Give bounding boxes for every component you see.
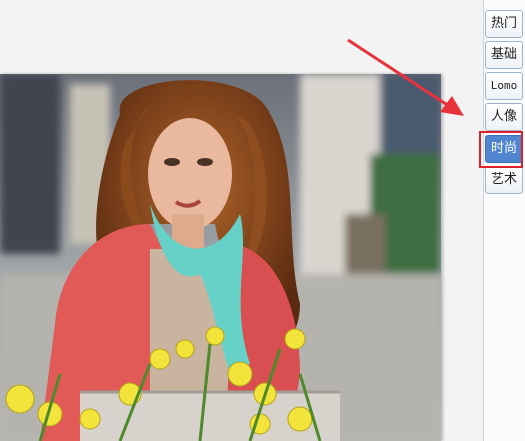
highlight-box-annotation: [479, 131, 523, 168]
tab-art[interactable]: 艺术: [485, 166, 523, 194]
tab-lomo[interactable]: Lomo: [485, 72, 523, 100]
tab-basic[interactable]: 基础: [485, 41, 523, 69]
tab-portrait[interactable]: 人像: [485, 103, 523, 131]
tab-hot[interactable]: 热门: [485, 10, 523, 38]
annotation-arrow: [347, 38, 464, 116]
filter-category-panel: 热门 基础 Lomo 人像 时尚 艺术: [483, 0, 525, 441]
